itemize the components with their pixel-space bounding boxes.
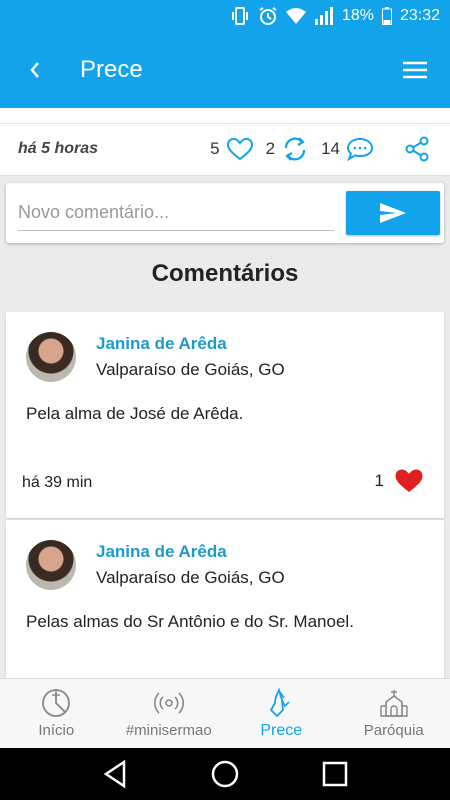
avatar[interactable] xyxy=(26,332,76,382)
bottom-nav: Início #minisermao Prece Paróquia xyxy=(0,678,450,748)
repost-count: 2 xyxy=(265,139,276,158)
repost-icon xyxy=(284,137,306,161)
comment-like-count: 1 xyxy=(374,471,384,490)
content-scroll[interactable]: há 5 horas 5 2 14 Comentários J xyxy=(0,108,450,678)
vibrate-icon xyxy=(231,7,248,25)
app-bar: Prece xyxy=(0,32,450,108)
nav-item-paroquia[interactable]: Paróquia xyxy=(338,679,450,748)
comment-input[interactable] xyxy=(18,195,334,231)
nav-item-prece[interactable]: Prece xyxy=(225,679,338,748)
battery-percent: 18% xyxy=(341,7,374,24)
comment-location: Valparaíso de Goiás, GO xyxy=(96,360,285,379)
system-home-icon[interactable] xyxy=(210,759,240,789)
nav-label: Paróquia xyxy=(363,722,424,739)
system-back-icon[interactable] xyxy=(100,759,130,789)
comment-author[interactable]: Janina de Arêda xyxy=(96,334,227,354)
signal-icon xyxy=(314,7,333,25)
share-icon xyxy=(405,136,429,162)
wifi-icon xyxy=(285,8,306,24)
nav-item-inicio[interactable]: Início xyxy=(0,679,113,748)
send-icon xyxy=(380,203,406,223)
comment-time: há 39 min xyxy=(22,474,93,491)
post-body-cut xyxy=(0,108,450,124)
heart-outline-icon xyxy=(226,137,253,161)
send-button[interactable] xyxy=(346,191,440,235)
comments-heading: Comentários xyxy=(151,260,299,287)
comment-text: Pelas almas do Sr Antônio e do Sr. Manoe… xyxy=(26,612,354,631)
alarm-icon xyxy=(259,7,277,25)
hamburger-icon xyxy=(403,61,427,79)
share-repost-button[interactable]: 2 xyxy=(266,136,309,162)
chevron-left-icon xyxy=(30,62,39,78)
battery-icon xyxy=(381,7,392,25)
comment-text: Pela alma de José de Arêda. xyxy=(26,404,244,423)
page-title: Prece xyxy=(80,56,143,83)
comment-author[interactable]: Janina de Arêda xyxy=(96,542,227,562)
like-button[interactable]: 5 xyxy=(210,137,253,161)
broadcast-icon xyxy=(153,692,184,714)
post-time: há 5 horas xyxy=(18,140,99,157)
status-bar: 18% 23:32 xyxy=(0,0,450,32)
comments-button[interactable]: 14 xyxy=(321,137,374,161)
nav-label: Prece xyxy=(260,721,303,739)
nav-label: Início xyxy=(38,722,75,739)
clock: 23:32 xyxy=(399,7,440,24)
comment-card: Janina de Arêda Valparaíso de Goiás, GO … xyxy=(6,312,444,518)
new-comment-form xyxy=(6,183,444,243)
share-button[interactable] xyxy=(404,136,430,162)
home-icon xyxy=(42,689,71,717)
post-stats-bar: há 5 horas 5 2 14 xyxy=(0,108,450,176)
system-nav-bar xyxy=(0,748,450,800)
comment-like-button[interactable]: 1 xyxy=(375,468,424,494)
praying-hands-icon xyxy=(270,687,290,717)
heart-filled-icon xyxy=(395,469,423,492)
comment-bubble-icon xyxy=(346,137,374,161)
menu-button[interactable] xyxy=(380,32,450,108)
like-count: 5 xyxy=(210,139,220,158)
comment-location: Valparaíso de Goiás, GO xyxy=(96,568,285,587)
comment-card: Janina de Arêda Valparaíso de Goiás, GO … xyxy=(6,520,444,678)
back-button[interactable] xyxy=(0,32,70,108)
nav-item-minisermao[interactable]: #minisermao xyxy=(113,679,226,748)
comment-count: 14 xyxy=(321,139,340,158)
avatar[interactable] xyxy=(26,540,76,590)
church-icon xyxy=(380,690,408,717)
nav-label: #minisermao xyxy=(125,722,212,739)
system-recents-icon[interactable] xyxy=(320,759,350,789)
